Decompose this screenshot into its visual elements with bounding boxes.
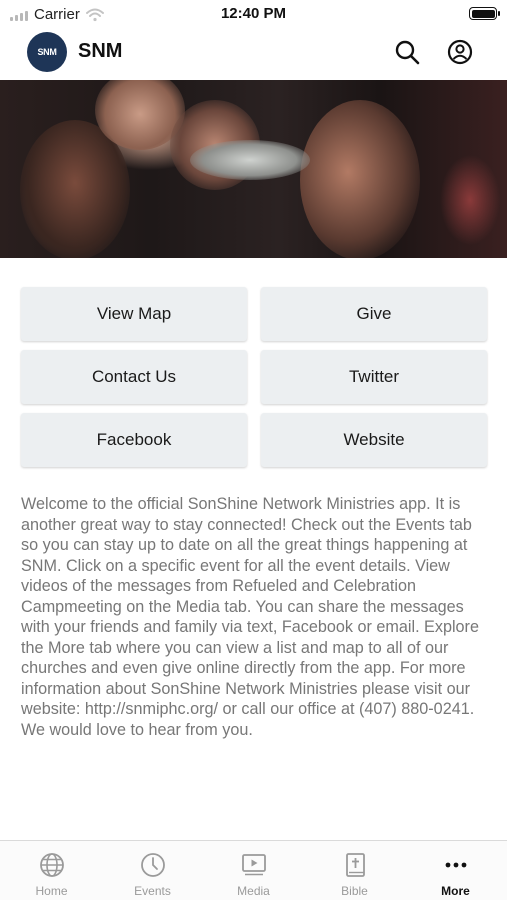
website-button[interactable]: Website bbox=[261, 413, 487, 467]
globe-icon bbox=[38, 851, 66, 879]
hero-shirt bbox=[190, 140, 310, 180]
tab-bar: Home Events Media Bible More bbox=[0, 840, 507, 900]
tab-bible[interactable]: Bible bbox=[304, 841, 405, 900]
app-title: SNM bbox=[78, 40, 123, 62]
tab-home-label: Home bbox=[35, 884, 68, 898]
tab-media[interactable]: Media bbox=[203, 841, 304, 900]
contact-us-button[interactable]: Contact Us bbox=[21, 350, 247, 404]
hero-image bbox=[0, 80, 507, 258]
bible-icon bbox=[341, 851, 369, 879]
view-map-button[interactable]: View Map bbox=[21, 287, 247, 341]
status-bar: Carrier 12:40 PM bbox=[0, 0, 507, 28]
tab-events-label: Events bbox=[134, 884, 171, 898]
app-header: SNM SNM bbox=[0, 28, 507, 78]
search-icon[interactable] bbox=[393, 38, 421, 66]
account-icon[interactable] bbox=[446, 38, 474, 66]
tab-bible-label: Bible bbox=[341, 884, 368, 898]
status-time: 12:40 PM bbox=[220, 5, 287, 22]
give-button[interactable]: Give bbox=[261, 287, 487, 341]
twitter-button[interactable]: Twitter bbox=[261, 350, 487, 404]
tab-media-label: Media bbox=[237, 884, 270, 898]
tab-events[interactable]: Events bbox=[102, 841, 203, 900]
logo-text: SNM bbox=[37, 47, 57, 57]
tab-more-label: More bbox=[441, 884, 470, 898]
video-icon bbox=[240, 851, 268, 879]
more-dots-icon bbox=[442, 851, 470, 879]
facebook-button[interactable]: Facebook bbox=[21, 413, 247, 467]
hero-figure-center bbox=[300, 100, 420, 258]
welcome-text: Welcome to the official SonShine Network… bbox=[21, 495, 479, 739]
app-logo[interactable]: SNM bbox=[27, 32, 67, 72]
tab-home[interactable]: Home bbox=[1, 841, 102, 900]
battery-icon bbox=[469, 7, 500, 20]
clock-icon bbox=[139, 851, 167, 879]
tab-more[interactable]: More bbox=[405, 841, 506, 900]
